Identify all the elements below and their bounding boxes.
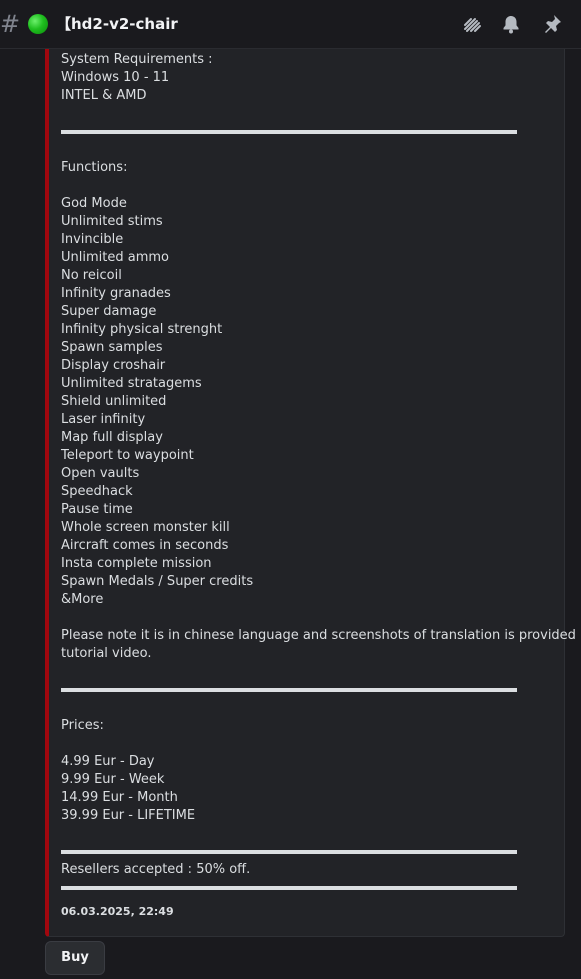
requirements-title: System Requirements : [61, 52, 213, 67]
function-item: Laser infinity [61, 412, 146, 427]
requirements-cpu: INTEL & AMD [61, 88, 147, 103]
price-item: 39.99 Eur - LIFETIME [61, 808, 196, 823]
separator [61, 850, 517, 854]
note-text: Please note it is in chinese language an… [61, 628, 581, 643]
function-item: No reicoil [61, 268, 122, 283]
hash-icon: # [0, 10, 21, 38]
function-item: Open vaults [61, 466, 140, 481]
price-item: 4.99 Eur - Day [61, 754, 155, 769]
function-item: God Mode [61, 196, 127, 211]
function-item: Speedhack [61, 484, 133, 499]
function-item: Display croshair [61, 358, 166, 373]
separator [61, 886, 517, 890]
function-item: Pause time [61, 502, 133, 517]
price-item: 14.99 Eur - Month [61, 790, 178, 805]
function-item: Invincible [61, 232, 124, 247]
function-item: Unlimited ammo [61, 250, 169, 265]
buy-button[interactable]: Buy [45, 941, 105, 975]
functions-title: Functions: [61, 160, 128, 175]
resellers-text: Resellers accepted : 50% off. [61, 862, 251, 877]
channel-name: 【hd2-v2-chair [56, 15, 178, 33]
prices-title: Prices: [61, 718, 104, 733]
function-item: Infinity physical strenght [61, 322, 223, 337]
function-item: Super damage [61, 304, 157, 319]
function-item: Spawn samples [61, 340, 163, 355]
function-item: Whole screen monster kill [61, 520, 230, 535]
function-item: Unlimited stratagems [61, 376, 202, 391]
function-item: Unlimited stims [61, 214, 163, 229]
separator [61, 130, 517, 134]
function-item: Aircraft comes in seconds [61, 538, 229, 553]
threads-icon[interactable] [461, 13, 483, 35]
pin-icon[interactable] [541, 13, 563, 35]
bell-icon[interactable] [500, 13, 522, 35]
note-text: tutorial video. [61, 646, 152, 661]
requirements-os: Windows 10 - 11 [61, 70, 170, 85]
function-item: Spawn Medals / Super credits [61, 574, 254, 589]
function-item: Map full display [61, 430, 163, 445]
function-item: Teleport to waypoint [61, 448, 194, 463]
green-circle-icon [28, 14, 48, 34]
function-item: &More [61, 592, 104, 607]
channel-header: # 【hd2-v2-chair [0, 0, 581, 49]
separator [61, 688, 517, 692]
embed-timestamp: 06.03.2025, 22:49 [61, 905, 174, 918]
price-item: 9.99 Eur - Week [61, 772, 165, 787]
function-item: Shield unlimited [61, 394, 167, 409]
function-item: Insta complete mission [61, 556, 212, 571]
function-item: Infinity granades [61, 286, 171, 301]
